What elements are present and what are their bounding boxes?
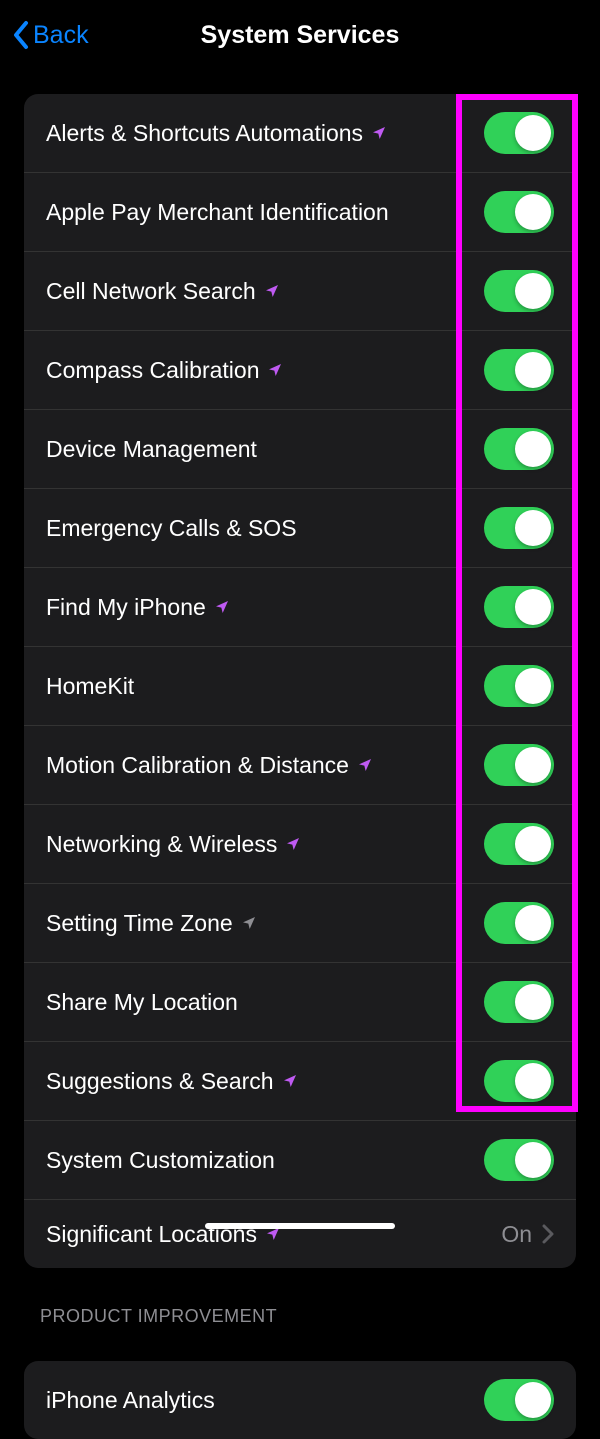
back-label: Back [33,21,89,50]
toggle-switch[interactable] [484,665,554,707]
toggle-switch[interactable] [484,1139,554,1181]
location-arrow-icon [357,757,373,773]
list-item[interactable]: Device Management [24,410,576,489]
list-item[interactable]: Setting Time Zone [24,884,576,963]
list-item[interactable]: Alerts & Shortcuts Automations [24,94,576,173]
list-item[interactable]: Share My Location [24,963,576,1042]
toggle-switch[interactable] [484,981,554,1023]
row-label: Compass Calibration [46,357,259,384]
row-label: iPhone Analytics [46,1387,215,1414]
section-header-product-improvement: PRODUCT IMPROVEMENT [0,1268,600,1337]
toggle-switch[interactable] [484,902,554,944]
location-arrow-icon [371,125,387,141]
list-item[interactable]: Find My iPhone [24,568,576,647]
toggle-switch[interactable] [484,270,554,312]
row-label: Share My Location [46,989,238,1016]
nav-header: Back System Services [0,0,600,70]
list-item[interactable]: Networking & Wireless [24,805,576,884]
toggle-switch[interactable] [484,1060,554,1102]
list-item[interactable]: HomeKit [24,647,576,726]
list-item[interactable]: iPhone Analytics [24,1361,576,1439]
back-button[interactable]: Back [12,20,89,50]
toggle-switch[interactable] [484,428,554,470]
row-label: System Customization [46,1147,275,1174]
row-value: On [501,1221,532,1248]
list-item[interactable]: Apple Pay Merchant Identification [24,173,576,252]
toggle-switch[interactable] [484,507,554,549]
chevron-left-icon [12,20,29,50]
toggle-switch[interactable] [484,744,554,786]
list-item[interactable]: Compass Calibration [24,331,576,410]
row-label: Emergency Calls & SOS [46,515,297,542]
row-label: Alerts & Shortcuts Automations [46,120,363,147]
row-label: Setting Time Zone [46,910,233,937]
list-item[interactable]: Motion Calibration & Distance [24,726,576,805]
row-label: Apple Pay Merchant Identification [46,199,389,226]
list-item[interactable]: Emergency Calls & SOS [24,489,576,568]
toggle-switch[interactable] [484,823,554,865]
services-list: Alerts & Shortcuts Automations Apple Pay… [24,94,576,1268]
location-arrow-icon [267,362,283,378]
row-label: Motion Calibration & Distance [46,752,349,779]
row-label: HomeKit [46,673,134,700]
toggle-switch[interactable] [484,586,554,628]
row-label: Suggestions & Search [46,1068,274,1095]
product-improvement-list: iPhone Analytics [24,1361,576,1439]
row-label: Device Management [46,436,257,463]
list-item[interactable]: Suggestions & Search [24,1042,576,1121]
page-title: System Services [201,21,400,50]
row-label: Cell Network Search [46,278,256,305]
toggle-switch[interactable] [484,1379,554,1421]
toggle-switch[interactable] [484,349,554,391]
list-item[interactable]: System Customization [24,1121,576,1200]
location-arrow-icon [285,836,301,852]
location-arrow-icon [241,915,257,931]
list-item-nav[interactable]: Significant Locations On [24,1200,576,1268]
location-arrow-icon [214,599,230,615]
list-item[interactable]: Cell Network Search [24,252,576,331]
row-label: Find My iPhone [46,594,206,621]
location-arrow-icon [264,283,280,299]
row-label: Networking & Wireless [46,831,277,858]
location-arrow-icon [282,1073,298,1089]
home-indicator[interactable] [205,1223,395,1229]
chevron-right-icon [542,1224,554,1244]
toggle-switch[interactable] [484,191,554,233]
toggle-switch[interactable] [484,112,554,154]
